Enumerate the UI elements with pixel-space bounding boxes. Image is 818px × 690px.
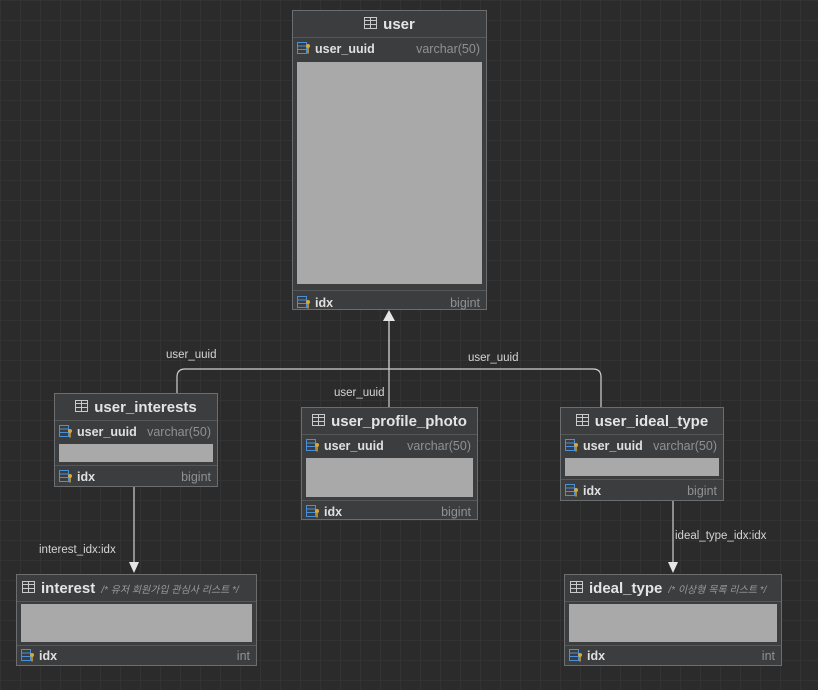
column-name: user_uuid [583, 439, 643, 453]
column-type: varchar(50) [416, 42, 480, 56]
column-row[interactable]: user_uuid varchar(50) [302, 436, 477, 456]
column-row[interactable]: idx bigint [302, 502, 477, 522]
table-header: user_ideal_type [561, 408, 723, 435]
table-name: user_profile_photo [331, 412, 467, 430]
table-comment: /* 이상형 목록 리스트 */ [668, 584, 767, 596]
table-user[interactable]: user user_uuid varchar(50) idx bigint [292, 10, 487, 310]
foreign-key-column-icon [297, 295, 311, 312]
arrowhead-to-interest [129, 562, 139, 573]
redacted-columns [565, 458, 719, 476]
column-row[interactable]: idx bigint [561, 481, 723, 501]
column-type: bigint [181, 470, 211, 484]
column-row[interactable]: idx int [565, 646, 781, 666]
table-grid-icon [570, 580, 583, 597]
redacted-columns [306, 458, 473, 497]
column-name: user_uuid [324, 439, 384, 453]
table-user-interests[interactable]: user_interests user_uuid varchar(50) idx… [54, 393, 218, 487]
column-name: idx [587, 649, 606, 663]
column-type: bigint [441, 505, 471, 519]
table-header: user_interests [55, 394, 217, 421]
table-comment: /* 유저 회원가입 관심사 리스트 */ [101, 584, 239, 596]
table-name: user_interests [94, 398, 197, 416]
edge-label-user-interests: user_uuid [166, 349, 217, 361]
column-type: bigint [450, 296, 480, 310]
table-header: interest /* 유저 회원가입 관심사 리스트 */ [17, 575, 256, 602]
table-divider [293, 290, 486, 291]
table-name: user_ideal_type [594, 412, 709, 430]
table-name: interest [41, 579, 96, 597]
column-type: varchar(50) [653, 439, 717, 453]
table-divider [55, 465, 217, 466]
column-type: int [761, 649, 775, 663]
edge-label-interest: interest_idx:idx [39, 544, 116, 556]
foreign-key-column-icon [59, 469, 73, 486]
foreign-key-column-icon [565, 438, 579, 455]
table-interest[interactable]: interest /* 유저 회원가입 관심사 리스트 */ idx int [16, 574, 257, 666]
column-type: bigint [687, 484, 717, 498]
table-header: ideal_type /* 이상형 목록 리스트 */ [565, 575, 781, 602]
table-grid-icon [22, 580, 35, 597]
table-divider [302, 500, 477, 501]
foreign-key-column-icon [59, 424, 73, 441]
foreign-key-column-icon [306, 504, 320, 521]
column-name: idx [315, 296, 334, 310]
table-grid-icon [312, 413, 326, 430]
column-row[interactable]: idx bigint [293, 293, 486, 313]
column-type: int [236, 649, 250, 663]
table-header: user_profile_photo [302, 408, 477, 435]
table-ideal-type[interactable]: ideal_type /* 이상형 목록 리스트 */ idx int [564, 574, 782, 666]
table-user-ideal-type[interactable]: user_ideal_type user_uuid varchar(50) id… [560, 407, 724, 501]
foreign-key-column-icon [21, 648, 35, 665]
column-name: idx [39, 649, 58, 663]
table-grid-icon [575, 413, 589, 430]
column-type: varchar(50) [147, 425, 211, 439]
column-name: idx [77, 470, 96, 484]
column-row[interactable]: user_uuid varchar(50) [561, 436, 723, 456]
edge-label-user-profile-photo: user_uuid [334, 387, 385, 399]
edge-user-ideal-type-to-user[interactable] [389, 368, 602, 407]
column-row[interactable]: user_uuid varchar(50) [55, 422, 217, 442]
primary-key-column-icon [297, 41, 311, 58]
table-name: user [383, 15, 415, 33]
table-grid-icon [364, 16, 378, 33]
table-header: user [293, 11, 486, 38]
column-name: idx [583, 484, 602, 498]
edge-label-user-ideal-type: user_uuid [468, 352, 519, 364]
edge-label-ideal-type: ideal_type_idx:idx [675, 530, 767, 542]
column-name: idx [324, 505, 343, 519]
table-user-profile-photo[interactable]: user_profile_photo user_uuid varchar(50)… [301, 407, 478, 520]
table-divider [561, 479, 723, 480]
redacted-columns [21, 604, 252, 642]
redacted-columns [59, 444, 213, 462]
column-row[interactable]: user_uuid varchar(50) [293, 39, 486, 59]
table-name: ideal_type [589, 579, 663, 597]
redacted-columns [297, 62, 482, 284]
column-type: varchar(50) [407, 439, 471, 453]
foreign-key-column-icon [306, 438, 320, 455]
column-name: user_uuid [77, 425, 137, 439]
redacted-columns [569, 604, 777, 642]
foreign-key-column-icon [565, 483, 579, 500]
arrowhead-to-ideal-type [668, 562, 678, 573]
column-row[interactable]: idx bigint [55, 467, 217, 487]
table-grid-icon [75, 399, 89, 416]
column-name: user_uuid [315, 42, 375, 56]
foreign-key-column-icon [569, 648, 583, 665]
column-row[interactable]: idx int [17, 646, 256, 666]
